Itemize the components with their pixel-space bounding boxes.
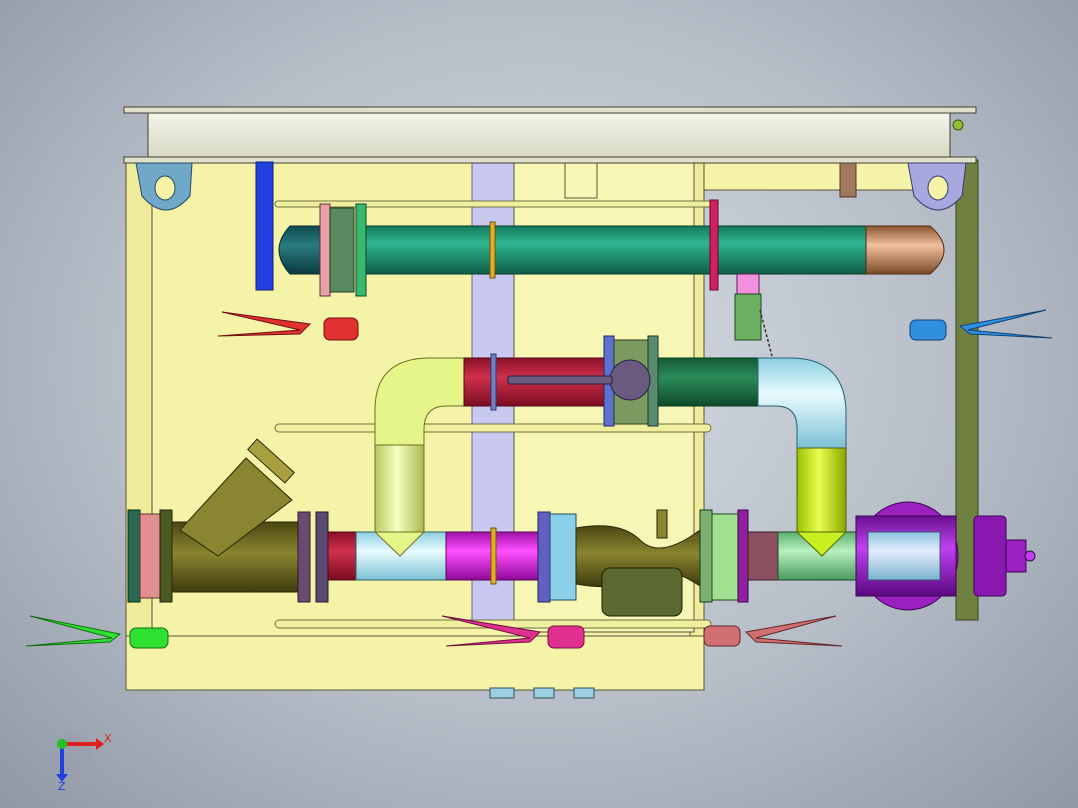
orientation-triad: X Z (52, 732, 112, 793)
top-beam[interactable] (123, 106, 977, 164)
drain-ball-valve[interactable] (734, 273, 773, 357)
header-pipe-body (363, 225, 875, 275)
tie-rod (274, 200, 712, 208)
loop-valve-actuator[interactable] (609, 359, 651, 401)
header-elbow-right (865, 225, 945, 275)
x-axis-head (96, 738, 104, 750)
inlet-flange (159, 509, 173, 603)
loop-band (490, 353, 497, 411)
valve-body (734, 293, 762, 341)
top-beam-web (147, 112, 951, 158)
triad-shadow (52, 732, 92, 772)
valve-handle-rose[interactable] (703, 615, 843, 647)
foot-pad (489, 687, 515, 699)
beam-end-bolt (952, 119, 964, 131)
loop-dark-green-section (657, 357, 759, 407)
purple-outlet-assembly[interactable] (855, 501, 1036, 611)
loop-left-riser (374, 444, 425, 536)
foot-pad (533, 687, 555, 699)
cad-viewport[interactable]: X Z (0, 0, 1078, 808)
top-beam-flange-top (123, 106, 977, 114)
header-valve-body (329, 207, 355, 293)
header-end-cap-left (278, 225, 326, 275)
valve-stem (736, 273, 760, 295)
small-bracket-top (839, 162, 857, 198)
outlet-flange (699, 509, 713, 603)
valve-handle-blue[interactable] (909, 309, 1053, 341)
check-valve-flange (537, 511, 551, 603)
outlet-flange (737, 509, 749, 603)
tie-rod (274, 423, 712, 433)
main-rose-spool (747, 531, 779, 581)
y-axis-dot (57, 739, 67, 749)
header-flange (355, 203, 367, 297)
strainer-flange (297, 511, 311, 603)
top-beam-flange-bottom (123, 156, 977, 164)
pump-housing[interactable] (601, 567, 683, 617)
loop-valve-lever[interactable] (507, 375, 613, 385)
header-band (489, 221, 496, 279)
x-axis-label: X (104, 732, 112, 745)
blue-support-plate (255, 161, 274, 291)
header-flange (319, 203, 331, 297)
frame-left-post (125, 159, 153, 691)
outlet-valve-body (711, 513, 739, 601)
outlet-plug (1024, 550, 1036, 562)
strainer-flange (315, 511, 329, 603)
frame-bottom-rail (125, 635, 705, 691)
main-red-spool (327, 531, 357, 581)
inlet-flange (127, 509, 141, 603)
outlet-cyan-overlay (867, 531, 941, 581)
upper-support-block (564, 161, 598, 199)
reducer-stub (656, 509, 668, 539)
foot-pad (573, 687, 595, 699)
z-axis-label: Z (58, 780, 66, 793)
header-small-flange (709, 199, 719, 291)
loop-right-elbow (757, 357, 847, 449)
main-band (490, 527, 497, 585)
check-valve-body (549, 513, 577, 601)
valve-chain (759, 309, 773, 357)
piping-skid-model[interactable]: X Z (0, 0, 1078, 808)
outlet-nipple (1005, 539, 1027, 573)
skid-feet (489, 687, 595, 699)
loop-right-riser (796, 447, 847, 537)
outlet-cap (973, 515, 1007, 597)
